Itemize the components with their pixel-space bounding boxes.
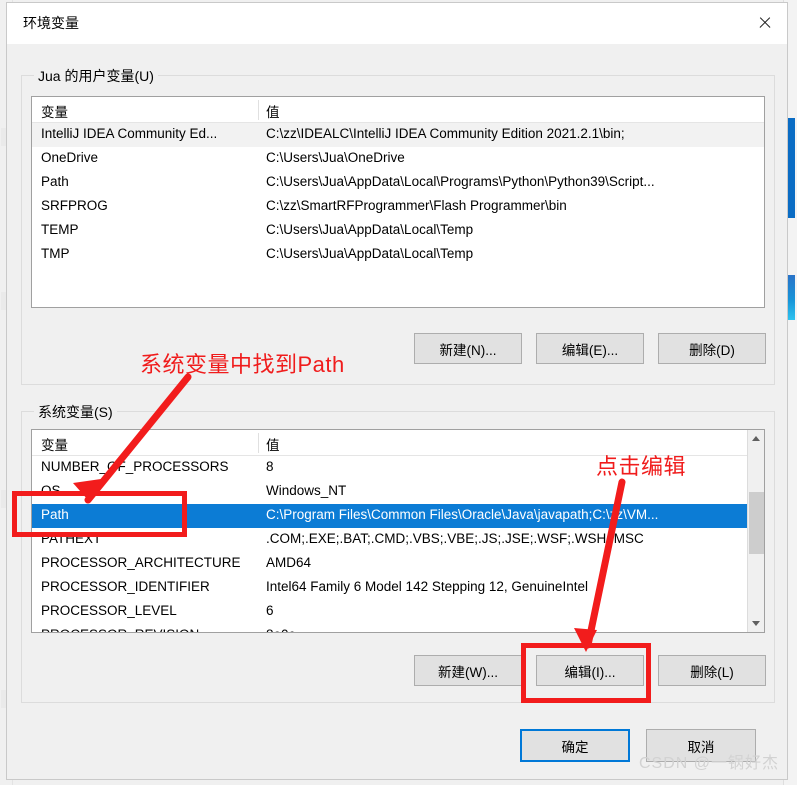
table-row[interactable]: TEMP C:\Users\Jua\AppData\Local\Temp <box>32 219 764 243</box>
table-row[interactable]: TMP C:\Users\Jua\AppData\Local\Temp <box>32 243 764 267</box>
user-new-button[interactable]: 新建(N)... <box>414 333 522 364</box>
table-row[interactable]: PROCESSOR_REVISION 8e0c <box>32 624 764 632</box>
variable-name-cell: NUMBER_OF_PROCESSORS <box>41 459 229 474</box>
dialog-title: 环境变量 <box>23 15 79 31</box>
table-row[interactable]: PROCESSOR_ARCHITECTURE AMD64 <box>32 552 764 576</box>
scroll-down-button[interactable] <box>748 615 764 632</box>
variable-value-cell: 8e0c <box>266 627 736 632</box>
scroll-up-button[interactable] <box>748 430 764 447</box>
scrollbar-thumb[interactable] <box>749 492 764 554</box>
table-row[interactable]: PROCESSOR_LEVEL 6 <box>32 600 764 624</box>
variable-value-cell: C:\zz\SmartRFProgrammer\Flash Programmer… <box>266 198 567 213</box>
system-variables-rows: NUMBER_OF_PROCESSORS 8 OS Windows_NT Path C:\… <box>32 456 764 632</box>
user-variables-rows: IntelliJ IDEA Community Ed... C:\zz\IDEAL… <box>32 123 764 267</box>
table-row[interactable]: SRFPROG C:\zz\SmartRFProgrammer\Flash Pro… <box>32 195 764 219</box>
system-new-button[interactable]: 新建(W)... <box>414 655 522 686</box>
variable-value-cell: C:\Users\Jua\AppData\Local\Temp <box>266 222 474 237</box>
variable-value-cell: Intel64 Family 6 Model 142 Stepping 12, … <box>266 579 588 594</box>
user-variables-header: 变量 值 <box>32 97 764 123</box>
variable-value-cell: 6 <box>266 603 274 618</box>
variable-name-cell: TEMP <box>41 222 79 237</box>
variable-value-cell: Windows_NT <box>266 483 347 498</box>
column-header-variable[interactable]: 变量 <box>41 434 68 454</box>
variable-value-cell: C:\Program Files\Common Files\Oracle\Jav… <box>266 507 659 522</box>
system-variables-scrollbar[interactable] <box>747 430 764 632</box>
chevron-down-icon <box>752 621 760 626</box>
table-row[interactable]: IntelliJ IDEA Community Ed... C:\zz\IDEAL… <box>32 123 764 147</box>
variable-value-cell: C:\zz\IDEALC\IntelliJ IDEA Community Edi… <box>266 126 625 141</box>
variable-value-cell: AMD64 <box>266 555 312 570</box>
variable-name-cell: Path <box>41 174 69 189</box>
variable-value-cell: C:\Users\Jua\AppData\Local\Temp <box>266 246 474 261</box>
variable-name-cell: PROCESSOR_REVISION <box>41 627 256 632</box>
chevron-up-icon <box>752 436 760 441</box>
system-variables-legend: 系统变量(S) <box>34 402 117 422</box>
column-header-value[interactable]: 值 <box>266 434 280 454</box>
variable-value-cell: C:\Users\Jua\OneDrive <box>266 150 405 165</box>
variable-name-cell: OneDrive <box>41 150 99 165</box>
close-icon <box>758 16 771 29</box>
variable-name-cell: PROCESSOR_ARCHITECTURE <box>41 555 241 570</box>
variable-name-cell: PROCESSOR_LEVEL <box>41 603 177 618</box>
table-row[interactable]: PROCESSOR_IDENTIFIER Intel64 Family 6 Mod… <box>32 576 764 600</box>
system-delete-button[interactable]: 删除(L) <box>658 655 766 686</box>
watermark: CSDN @一锅好杰 <box>638 755 779 772</box>
variable-name-cell: TMP <box>41 246 70 261</box>
table-row[interactable]: OneDrive C:\Users\Jua\OneDrive <box>32 147 764 171</box>
user-edit-button[interactable]: 编辑(E)... <box>536 333 644 364</box>
ok-button[interactable]: 确定 <box>520 729 630 762</box>
annotation-path-row-highlight <box>12 491 187 537</box>
user-delete-button[interactable]: 删除(D) <box>658 333 766 364</box>
annotation-find-path-text: 系统变量中找到Path <box>140 352 345 377</box>
column-separator[interactable] <box>258 100 259 120</box>
dialog-titlebar[interactable]: 环境变量 <box>7 3 787 44</box>
table-row[interactable]: Path C:\Users\Jua\AppData\Local\Programs\… <box>32 171 764 195</box>
variable-name-cell: IntelliJ IDEA Community Ed... <box>41 126 218 141</box>
variable-value-cell: .COM;.EXE;.BAT;.CMD;.VBS;.VBE;.JS;.JSE;.… <box>266 531 644 546</box>
annotation-edit-button-highlight <box>521 643 651 703</box>
column-header-variable[interactable]: 变量 <box>41 101 68 121</box>
user-variables-listview[interactable]: 变量 值 IntelliJ IDEA Community Ed... C:\zz\… <box>31 96 765 308</box>
environment-variables-dialog: 环境变量 Jua 的用户变量(U) 变量 值 IntelliJ IDEA Com… <box>6 2 788 780</box>
variable-value-cell: C:\Users\Jua\AppData\Local\Programs\Pyth… <box>266 174 655 189</box>
variable-name-cell: SRFPROG <box>41 198 108 213</box>
variable-name-cell: PROCESSOR_IDENTIFIER <box>41 579 210 594</box>
column-header-value[interactable]: 值 <box>266 101 280 121</box>
annotation-click-edit-text: 点击编辑 <box>596 454 687 479</box>
column-separator[interactable] <box>258 433 259 453</box>
close-button[interactable] <box>741 3 787 41</box>
user-variables-legend: Jua 的用户变量(U) <box>34 66 158 86</box>
